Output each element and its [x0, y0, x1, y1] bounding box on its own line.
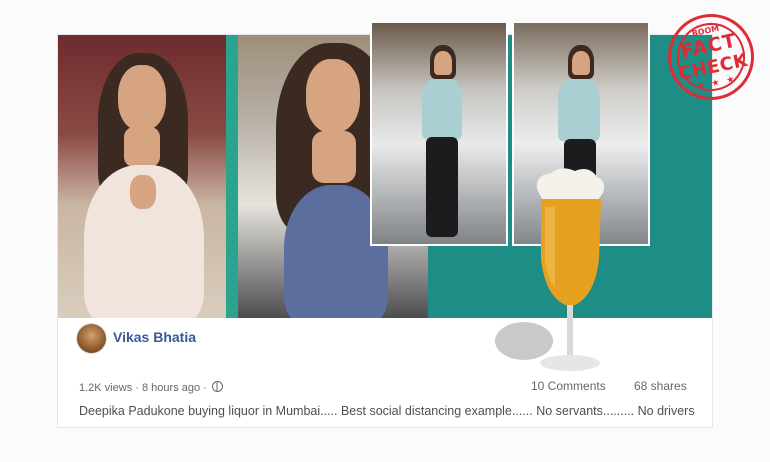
comments-count-link[interactable]: 10 Comments	[531, 379, 606, 393]
post-time-link[interactable]: 8 hours ago	[142, 382, 200, 394]
beer-glass-icon	[536, 168, 605, 371]
meta-separator: ·	[135, 382, 139, 394]
globe-icon[interactable]	[211, 381, 223, 392]
author-avatar[interactable]	[77, 324, 106, 353]
photo-actress-left	[58, 35, 226, 318]
author-name-link[interactable]: Vikas Bhatia	[113, 329, 196, 345]
shares-count-link[interactable]: 68 shares	[634, 379, 687, 393]
views-count: 1.2K views	[79, 382, 133, 394]
post-caption: Deepika Padukone buying liquor in Mumbai…	[79, 404, 695, 418]
video-still-1[interactable]	[372, 23, 506, 244]
meta-separator-2: ·	[203, 382, 207, 394]
post-meta: 1.2K views · 8 hours ago ·	[79, 381, 223, 394]
collage-divider	[226, 35, 238, 318]
